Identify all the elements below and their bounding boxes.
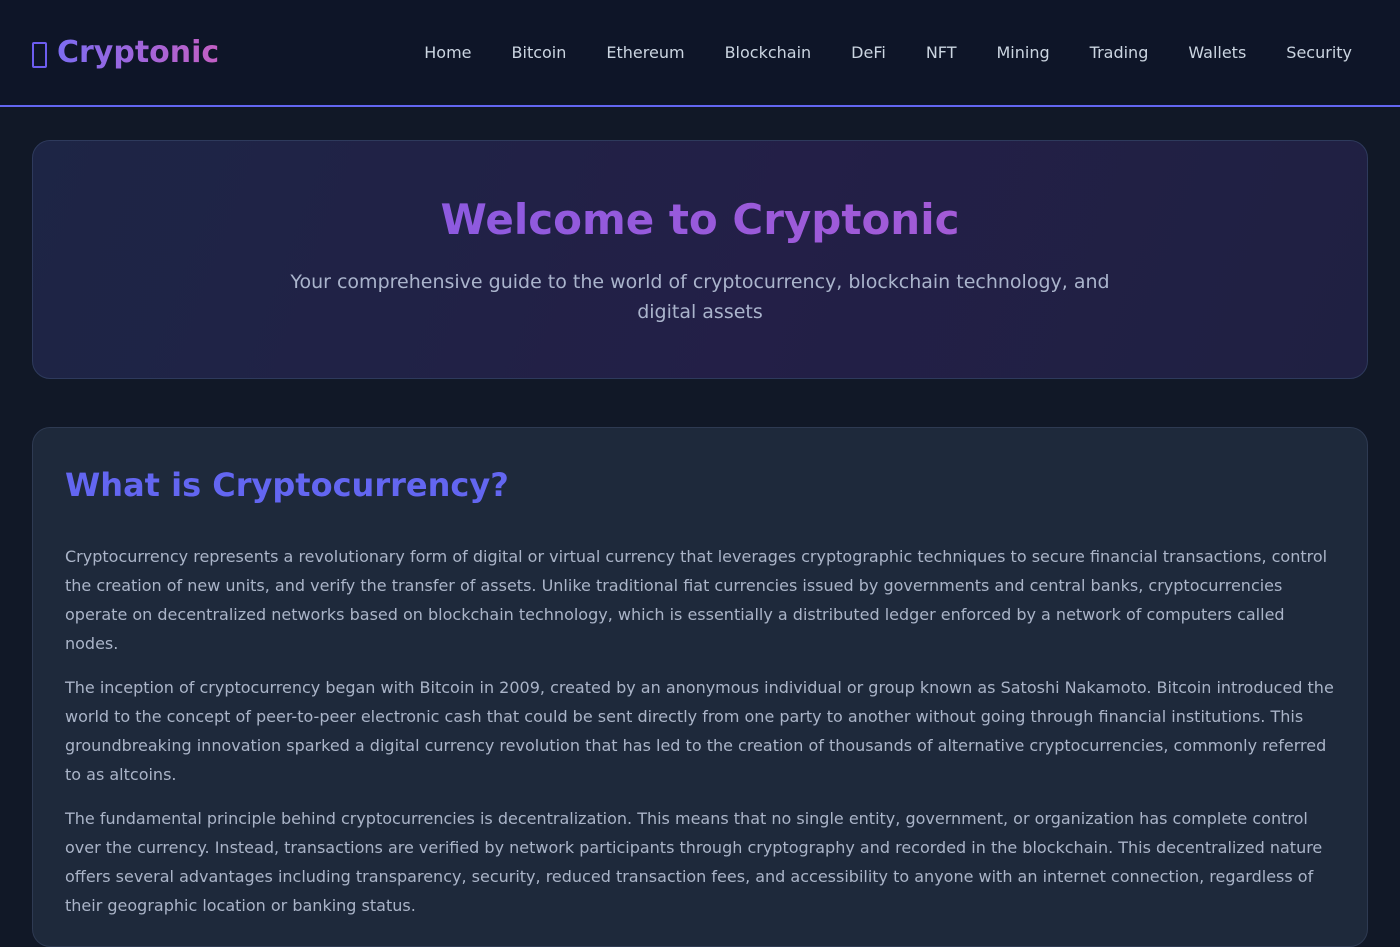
nav-list: Home Bitcoin Ethereum Blockchain DeFi NF…	[404, 43, 1368, 62]
nav-item-ethereum[interactable]: Ethereum	[586, 43, 704, 62]
paragraph: The fundamental principle behind cryptoc…	[65, 809, 1323, 916]
section-title: What is Cryptocurrency?	[65, 466, 509, 504]
paragraph: The inception of cryptocurrency began wi…	[65, 678, 1334, 785]
nav-item-blockchain[interactable]: Blockchain	[705, 43, 832, 62]
nav-item-home[interactable]: Home	[404, 43, 491, 62]
main-nav: Home Bitcoin Ethereum Blockchain DeFi NF…	[404, 43, 1368, 62]
nav-item-defi[interactable]: DeFi	[831, 43, 906, 62]
nav-item-mining[interactable]: Mining	[977, 43, 1070, 62]
logo-text: Cryptonic	[57, 35, 220, 70]
nav-item-security[interactable]: Security	[1266, 43, 1368, 62]
wallet-icon	[32, 41, 47, 68]
paragraph: Cryptocurrency represents a revolutionar…	[65, 547, 1328, 654]
hero-banner: Welcome to Cryptonic Your comprehensive …	[32, 140, 1368, 379]
site-header: Cryptonic Home Bitcoin Ethereum Blockcha…	[0, 0, 1400, 107]
nav-item-wallets[interactable]: Wallets	[1168, 43, 1266, 62]
content-section: What is Cryptocurrency? Cryptocurrency r…	[32, 427, 1368, 947]
hero-title: Welcome to Cryptonic	[33, 196, 1367, 243]
nav-item-bitcoin[interactable]: Bitcoin	[492, 43, 587, 62]
logo[interactable]: Cryptonic	[32, 35, 219, 70]
hero-subtitle: Your comprehensive guide to the world of…	[290, 271, 1110, 324]
nav-item-trading[interactable]: Trading	[1070, 43, 1169, 62]
nav-item-nft[interactable]: NFT	[906, 43, 977, 62]
